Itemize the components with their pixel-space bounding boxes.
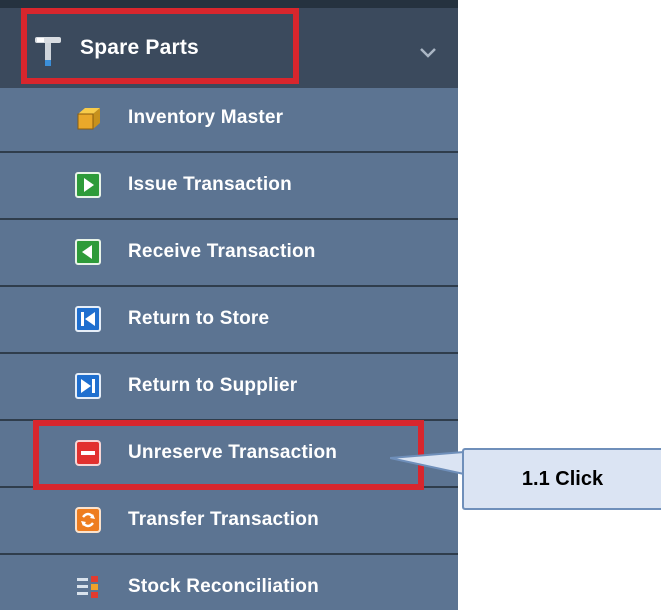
box-icon (77, 108, 100, 130)
menu-item-receive-transaction[interactable]: Receive Transaction (0, 222, 458, 287)
highlight-box-unreserve-transaction (33, 420, 424, 490)
callout-box: 1.1 Click (462, 448, 661, 510)
reconcile-icon (77, 576, 98, 598)
highlight-box-spare-parts (21, 8, 299, 84)
menu-item-label: Transfer Transaction (128, 509, 319, 530)
menu-item-stock-reconciliation[interactable]: Stock Reconciliation (0, 557, 458, 610)
callout-pointer (390, 451, 465, 475)
menu-item-inventory-master[interactable]: Inventory Master (0, 88, 458, 153)
menu-item-transfer-transaction[interactable]: Transfer Transaction (0, 490, 458, 555)
play-left-icon (75, 239, 101, 265)
chevron-down-icon[interactable] (418, 46, 438, 60)
callout-text: 1.1 Click (521, 468, 604, 490)
menu-item-label: Issue Transaction (128, 174, 292, 195)
menu-item-label: Return to Supplier (128, 375, 298, 396)
menu-top-bar (0, 0, 458, 8)
menu-item-label: Return to Store (128, 308, 270, 329)
menu-item-label: Stock Reconciliation (128, 576, 319, 597)
menu-item-label: Inventory Master (128, 107, 284, 128)
play-right-icon (75, 172, 101, 198)
menu-item-issue-transaction[interactable]: Issue Transaction (0, 155, 458, 220)
skip-back-icon (75, 306, 101, 332)
side-menu: Spare Parts Inventory Master Issue Trans… (0, 0, 458, 610)
menu-item-return-to-supplier[interactable]: Return to Supplier (0, 356, 458, 421)
menu-item-return-to-store[interactable]: Return to Store (0, 289, 458, 354)
skip-forward-icon (75, 373, 101, 399)
menu-item-label: Receive Transaction (128, 241, 316, 262)
transfer-icon (75, 507, 101, 533)
